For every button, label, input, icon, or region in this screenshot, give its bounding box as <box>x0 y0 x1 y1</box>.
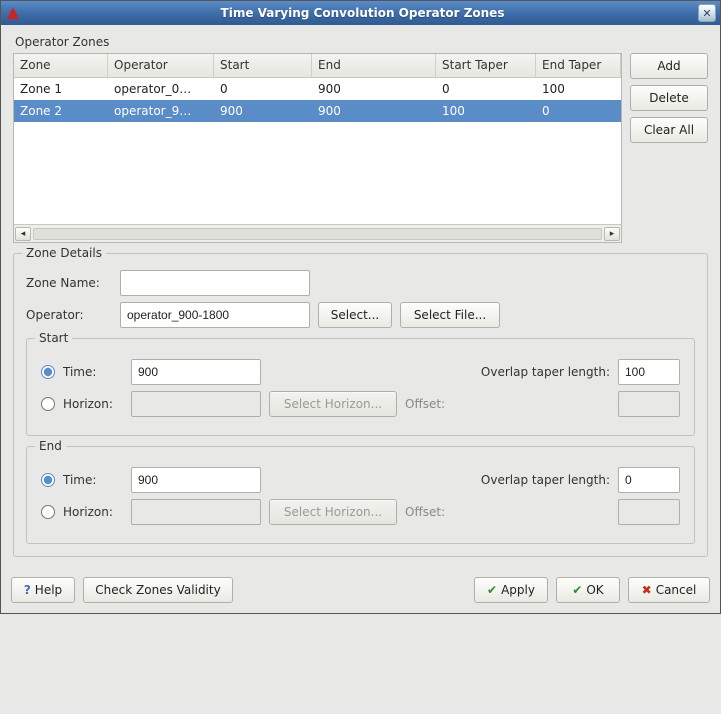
window-title: Time Varying Convolution Operator Zones <box>27 6 698 20</box>
delete-button[interactable]: Delete <box>630 85 708 111</box>
ok-button[interactable]: ✔OK <box>556 577 620 603</box>
start-time-radio[interactable] <box>41 365 55 379</box>
dialog-window: Time Varying Convolution Operator Zones … <box>0 0 721 614</box>
horizontal-scrollbar[interactable]: ◂ ▸ <box>14 224 621 242</box>
scroll-left-icon[interactable]: ◂ <box>15 227 31 241</box>
end-time-label: Time: <box>63 473 123 487</box>
end-select-horizon-button: Select Horizon... <box>269 499 397 525</box>
end-offset-input <box>618 499 680 525</box>
zones-table[interactable]: Zone Operator Start End Start Taper End … <box>13 53 622 243</box>
end-horizon-radio[interactable] <box>41 505 55 519</box>
clear-all-button[interactable]: Clear All <box>630 117 708 143</box>
start-horizon-input <box>131 391 261 417</box>
start-fieldset: Start Time: Overlap taper length: Horizo… <box>26 338 695 436</box>
start-horizon-label: Horizon: <box>63 397 123 411</box>
cancel-button[interactable]: ✖Cancel <box>628 577 710 603</box>
operator-select-file-button[interactable]: Select File... <box>400 302 500 328</box>
app-icon <box>5 5 21 21</box>
col-start-taper[interactable]: Start Taper <box>436 54 536 77</box>
end-horizon-input <box>131 499 261 525</box>
check-icon: ✔ <box>572 583 582 597</box>
zone-details-fieldset: Zone Details Zone Name: Operator: Select… <box>13 253 708 557</box>
start-legend: Start <box>35 331 72 345</box>
operator-zones-label: Operator Zones <box>15 35 708 49</box>
end-taper-input[interactable] <box>618 467 680 493</box>
end-time-radio[interactable] <box>41 473 55 487</box>
end-fieldset: End Time: Overlap taper length: Horizon:… <box>26 446 695 544</box>
col-start[interactable]: Start <box>214 54 312 77</box>
check-icon: ✔ <box>487 583 497 597</box>
end-offset-label: Offset: <box>405 505 445 519</box>
end-legend: End <box>35 439 66 453</box>
start-time-label: Time: <box>63 365 123 379</box>
check-validity-button[interactable]: Check Zones Validity <box>83 577 233 603</box>
operator-select-button[interactable]: Select... <box>318 302 392 328</box>
scroll-track[interactable] <box>33 228 602 240</box>
operator-input[interactable] <box>120 302 310 328</box>
add-button[interactable]: Add <box>630 53 708 79</box>
scroll-right-icon[interactable]: ▸ <box>604 227 620 241</box>
dialog-footer: ?Help Check Zones Validity ✔Apply ✔OK ✖C… <box>1 567 720 613</box>
start-taper-input[interactable] <box>618 359 680 385</box>
help-button[interactable]: ?Help <box>11 577 75 603</box>
start-horizon-radio[interactable] <box>41 397 55 411</box>
close-icon[interactable]: ✕ <box>698 4 716 22</box>
cancel-icon: ✖ <box>642 583 652 597</box>
col-end-taper[interactable]: End Taper <box>536 54 621 77</box>
col-zone[interactable]: Zone <box>14 54 108 77</box>
dialog-content: Operator Zones Zone Operator Start End S… <box>1 25 720 567</box>
end-taper-label: Overlap taper length: <box>481 473 610 487</box>
end-time-input[interactable] <box>131 467 261 493</box>
apply-button[interactable]: ✔Apply <box>474 577 548 603</box>
end-horizon-label: Horizon: <box>63 505 123 519</box>
help-icon: ? <box>24 583 31 597</box>
start-offset-label: Offset: <box>405 397 445 411</box>
col-end[interactable]: End <box>312 54 436 77</box>
start-time-input[interactable] <box>131 359 261 385</box>
table-row[interactable]: Zone 1 operator_0… 0 900 0 100 <box>14 78 621 100</box>
zones-button-stack: Add Delete Clear All <box>630 53 708 243</box>
start-taper-label: Overlap taper length: <box>481 365 610 379</box>
start-select-horizon-button: Select Horizon... <box>269 391 397 417</box>
operator-label: Operator: <box>26 308 112 322</box>
zones-table-header: Zone Operator Start End Start Taper End … <box>14 54 621 78</box>
zones-table-body[interactable]: Zone 1 operator_0… 0 900 0 100 Zone 2 op… <box>14 78 621 224</box>
titlebar[interactable]: Time Varying Convolution Operator Zones … <box>1 1 720 25</box>
zone-name-input[interactable] <box>120 270 310 296</box>
zone-name-label: Zone Name: <box>26 276 112 290</box>
table-row[interactable]: Zone 2 operator_9… 900 900 100 0 <box>14 100 621 122</box>
zone-details-legend: Zone Details <box>22 246 106 260</box>
col-operator[interactable]: Operator <box>108 54 214 77</box>
start-offset-input <box>618 391 680 417</box>
